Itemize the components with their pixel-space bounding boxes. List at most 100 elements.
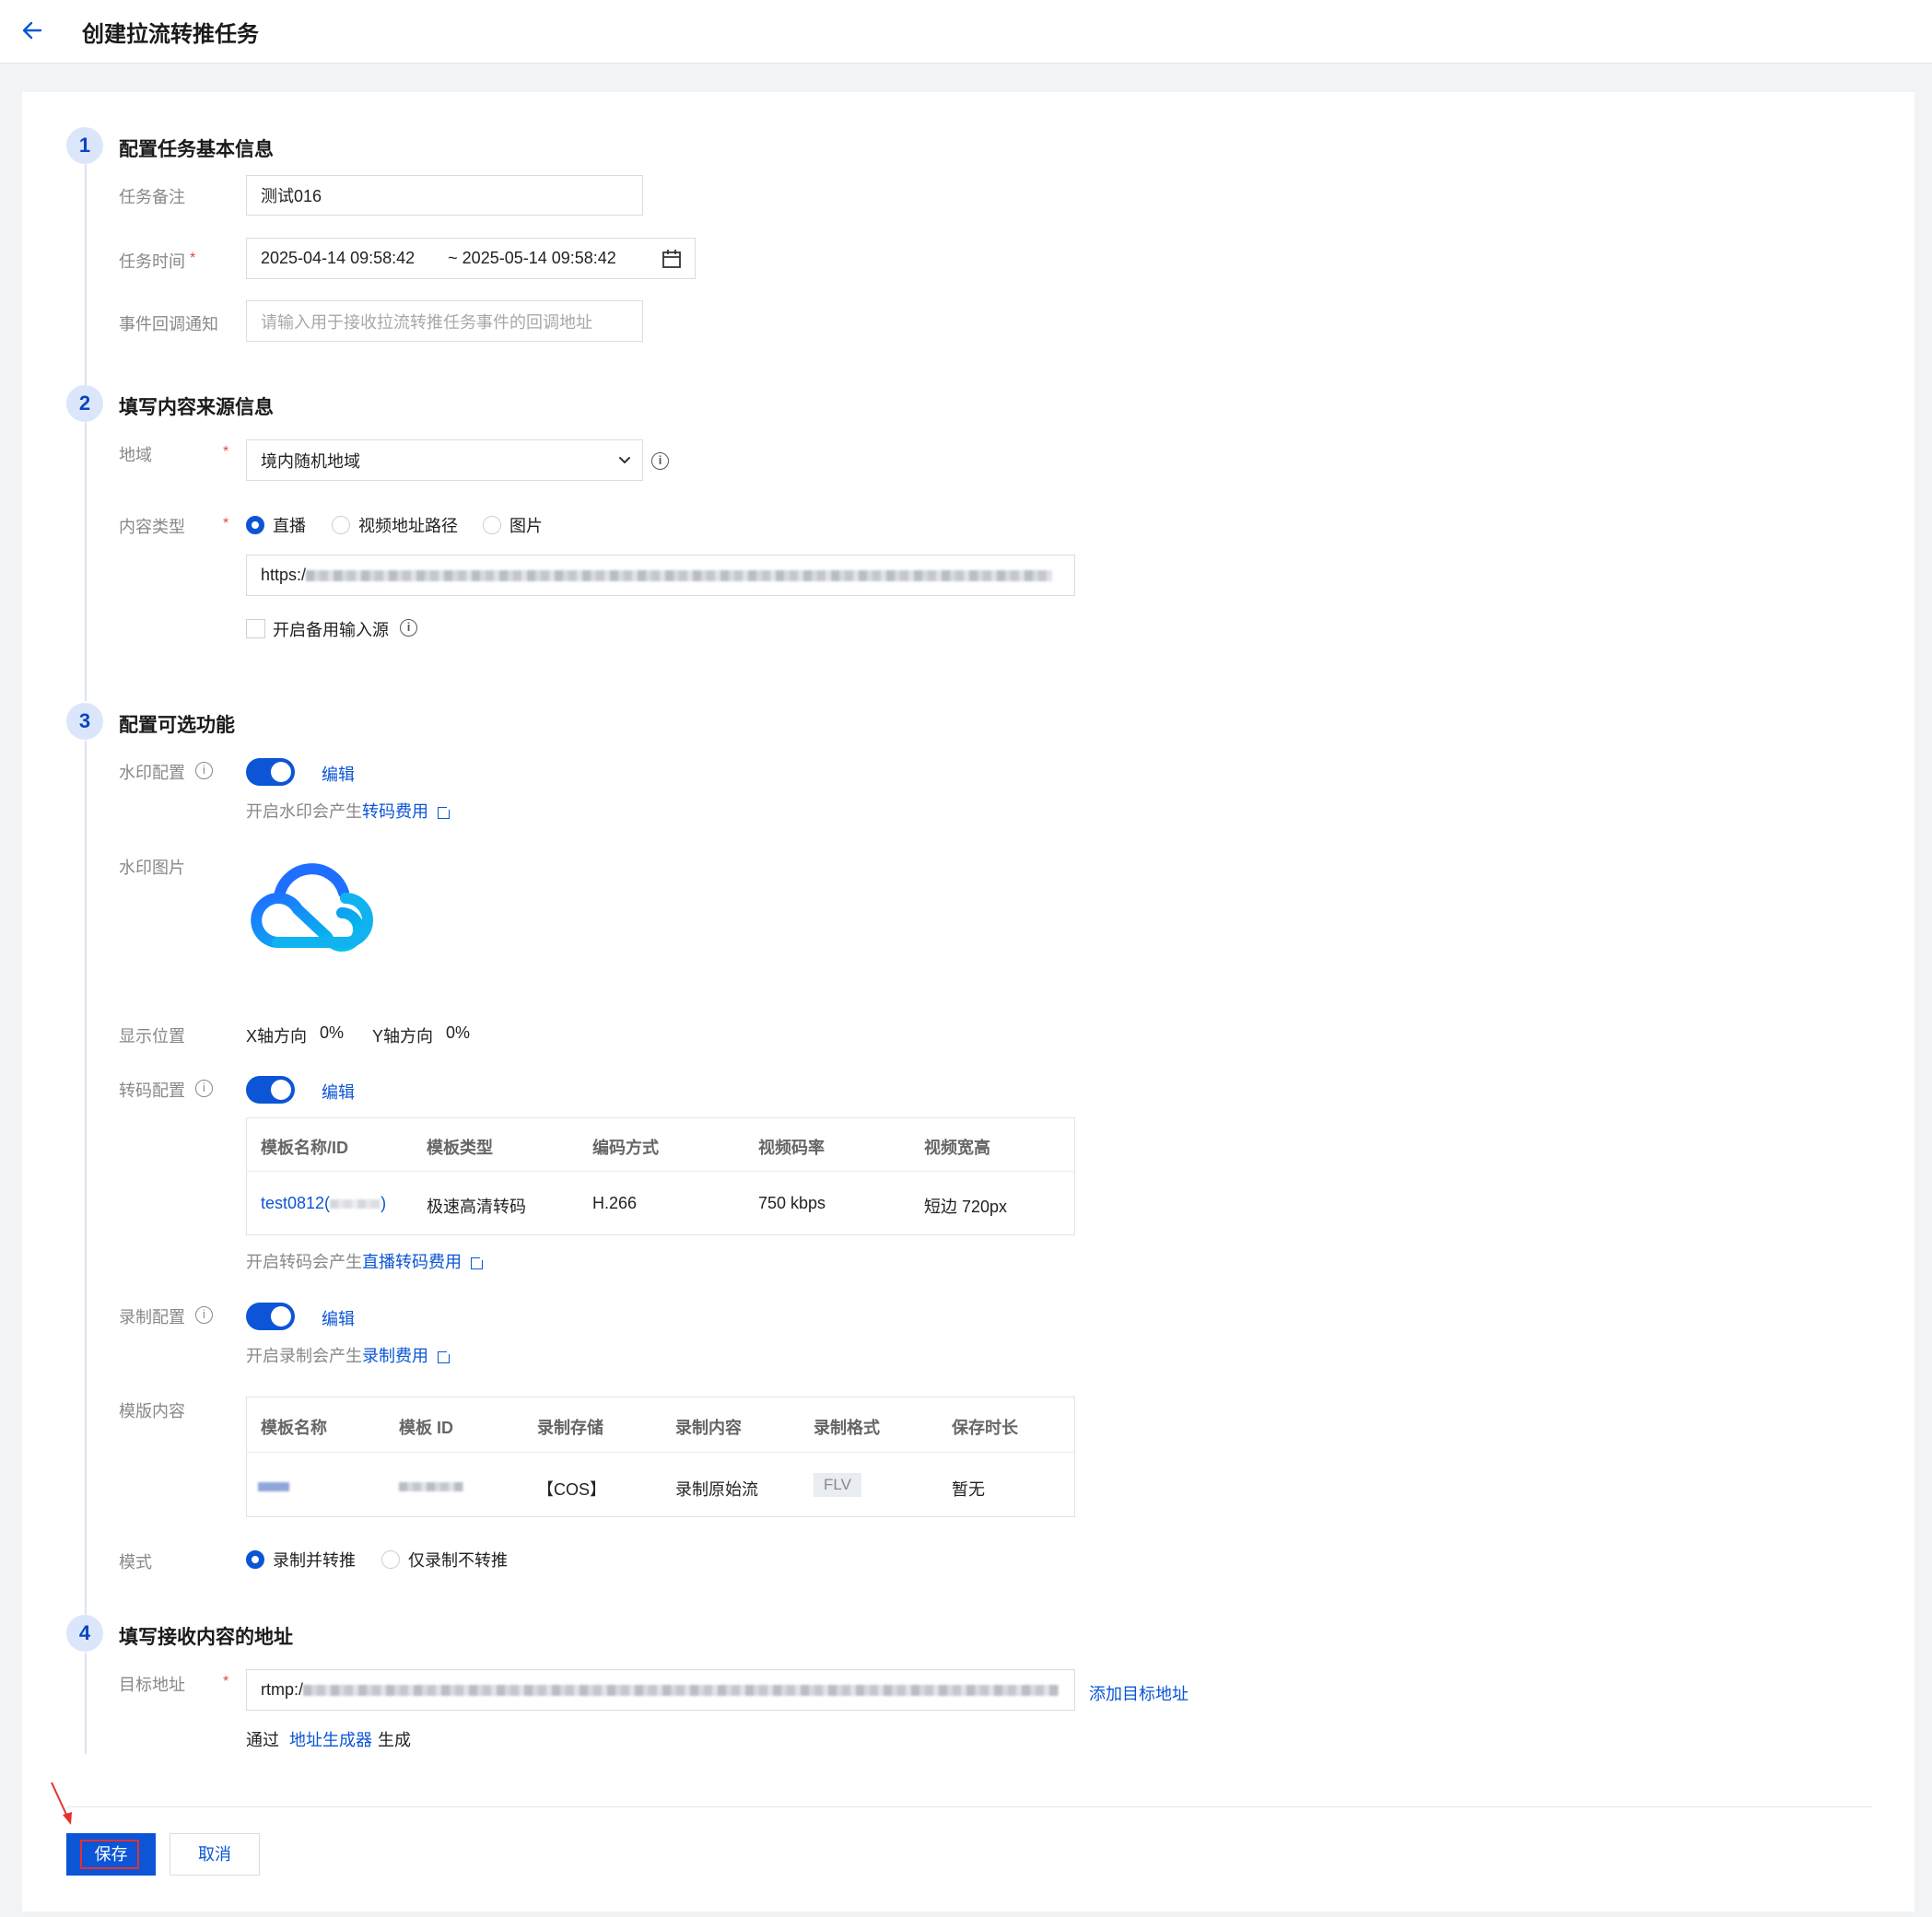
record-content: 录制原始流 xyxy=(675,1480,758,1499)
y-axis-value: 0% xyxy=(446,1023,471,1042)
record-template-name-redacted xyxy=(258,1477,289,1496)
table-header: 编码方式 xyxy=(592,1139,659,1157)
cancel-button[interactable]: 取消 xyxy=(170,1833,260,1876)
watermark-toggle[interactable] xyxy=(246,758,295,786)
callback-placeholder: 请输入用于接收拉流转推任务事件的回调地址 xyxy=(261,312,592,332)
mode-label: 模式 xyxy=(119,1553,152,1572)
step-title-2: 填写内容来源信息 xyxy=(119,397,274,418)
address-generator-hint: 通过 地址生成器 生成 xyxy=(246,1731,412,1749)
required-mark: * xyxy=(190,251,196,266)
radio-record-only-label: 仅录制不转推 xyxy=(408,1551,508,1570)
record-duration: 暂无 xyxy=(952,1480,985,1499)
task-time-start: 2025-04-14 09:58:42 xyxy=(261,249,416,267)
radio-image-label: 图片 xyxy=(509,517,543,535)
target-address-label: 目标地址 xyxy=(119,1676,185,1694)
y-axis-label: Y轴方向 xyxy=(372,1027,434,1046)
page-header: 创建拉流转推任务 xyxy=(0,0,1932,64)
region-value: 境内随机地域 xyxy=(261,451,360,471)
radio-video-path-label: 视频地址路径 xyxy=(358,517,458,535)
table-divider xyxy=(247,1171,1074,1172)
callback-input[interactable]: 请输入用于接收拉流转推任务事件的回调地址 xyxy=(246,300,643,342)
record-fee-note: 开启录制会产生录制费用 xyxy=(246,1343,452,1367)
radio-live-label: 直播 xyxy=(273,517,306,535)
info-icon[interactable]: i xyxy=(651,452,669,470)
target-url-redacted xyxy=(303,1684,1060,1696)
info-icon[interactable]: i xyxy=(195,1080,213,1097)
watermark-label: 水印配置 xyxy=(119,764,185,782)
table-header: 录制存储 xyxy=(537,1419,603,1437)
table-header: 模板 ID xyxy=(399,1419,454,1437)
x-axis-label: X轴方向 xyxy=(246,1027,308,1046)
info-icon[interactable]: i xyxy=(195,762,213,779)
record-format-tag: FLV xyxy=(814,1473,861,1497)
record-format: FLV xyxy=(814,1473,861,1497)
radio-video-path[interactable] xyxy=(332,516,350,534)
watermark-fee-link[interactable]: 转码费用 xyxy=(362,802,428,821)
radio-image[interactable] xyxy=(483,516,501,534)
record-toggle[interactable] xyxy=(246,1303,295,1330)
task-note-input[interactable]: 测试016 xyxy=(246,175,643,216)
radio-record-only[interactable] xyxy=(381,1550,400,1569)
info-icon[interactable]: i xyxy=(195,1306,213,1324)
table-header: 视频宽高 xyxy=(924,1139,990,1157)
record-table: 模板名称 模板 ID 录制存储 录制内容 录制格式 保存时长 【COS】 录制原… xyxy=(246,1397,1075,1517)
calendar-icon[interactable] xyxy=(662,249,682,269)
address-generator-link[interactable]: 地址生成器 xyxy=(289,1731,372,1749)
transcode-template-name[interactable]: test0812() xyxy=(261,1194,386,1213)
transcode-table: 模板名称/ID 模板类型 编码方式 视频码率 视频宽高 test0812() 极… xyxy=(246,1117,1075,1235)
record-fee-link[interactable]: 录制费用 xyxy=(362,1347,428,1365)
step-title-4: 填写接收内容的地址 xyxy=(119,1627,293,1648)
table-header: 录制格式 xyxy=(814,1419,880,1437)
step-title-3: 配置可选功能 xyxy=(119,715,235,736)
info-icon[interactable]: i xyxy=(400,619,417,637)
table-header: 模板名称/ID xyxy=(261,1139,349,1157)
transcode-size: 短边 720px xyxy=(924,1198,1008,1216)
task-time-end: ~ 2025-05-14 09:58:42 xyxy=(448,249,616,267)
external-link-icon xyxy=(438,803,452,819)
transcode-bitrate: 750 kbps xyxy=(758,1194,826,1212)
radio-record-and-push-label: 录制并转推 xyxy=(273,1551,356,1570)
required-mark: * xyxy=(223,1674,229,1689)
radio-live[interactable] xyxy=(246,516,264,534)
task-time-range-picker[interactable]: 2025-04-14 09:58:42 ~ 2025-05-14 09:58:4… xyxy=(246,238,696,279)
required-mark: * xyxy=(223,444,229,460)
transcode-edit-link[interactable]: 编辑 xyxy=(322,1080,355,1104)
region-select[interactable]: 境内随机地域 xyxy=(246,439,643,481)
task-note-value: 测试016 xyxy=(261,187,322,205)
watermark-fee-note: 开启水印会产生转码费用 xyxy=(246,799,452,823)
transcode-codec: H.266 xyxy=(592,1194,638,1212)
backup-source-label: 开启备用输入源 xyxy=(273,621,389,639)
step-number-2: 2 xyxy=(66,385,103,422)
backup-source-checkbox[interactable] xyxy=(246,619,265,638)
watermark-image-label: 水印图片 xyxy=(119,859,185,877)
transcode-label: 转码配置 xyxy=(119,1081,185,1100)
step-line-1 xyxy=(85,164,87,390)
transcode-toggle[interactable] xyxy=(246,1076,295,1104)
chevron-down-icon xyxy=(619,457,630,463)
transcode-fee-link[interactable]: 直播转码费用 xyxy=(362,1253,462,1271)
transcode-fee-note: 开启转码会产生直播转码费用 xyxy=(246,1249,486,1273)
record-template-id-redacted xyxy=(399,1477,463,1496)
callback-label: 事件回调通知 xyxy=(119,315,218,333)
step-number-3: 3 xyxy=(66,703,103,740)
task-time-label: 任务时间 xyxy=(119,252,185,271)
target-url-prefix: rtmp:/ xyxy=(261,1680,304,1699)
arrow-left-icon[interactable] xyxy=(20,18,44,42)
step-number-4: 4 xyxy=(66,1615,103,1652)
source-url-input[interactable]: https:/ xyxy=(246,555,1075,596)
watermark-cloud-logo xyxy=(251,863,373,952)
table-header: 视频码率 xyxy=(758,1139,825,1157)
radio-record-and-push[interactable] xyxy=(246,1550,264,1569)
form-card xyxy=(22,92,1914,1911)
source-url-prefix: https:/ xyxy=(261,566,307,584)
step-title-1: 配置任务基本信息 xyxy=(119,139,274,160)
annotation-highlight-box xyxy=(80,1840,139,1869)
add-target-address-link[interactable]: 添加目标地址 xyxy=(1089,1681,1188,1705)
page-title: 创建拉流转推任务 xyxy=(82,22,259,47)
table-divider xyxy=(247,1452,1074,1453)
table-header: 模板名称 xyxy=(261,1419,327,1437)
target-url-input[interactable]: rtmp:/ xyxy=(246,1669,1075,1711)
table-header: 录制内容 xyxy=(675,1419,742,1437)
watermark-edit-link[interactable]: 编辑 xyxy=(322,762,355,786)
record-edit-link[interactable]: 编辑 xyxy=(322,1306,355,1330)
